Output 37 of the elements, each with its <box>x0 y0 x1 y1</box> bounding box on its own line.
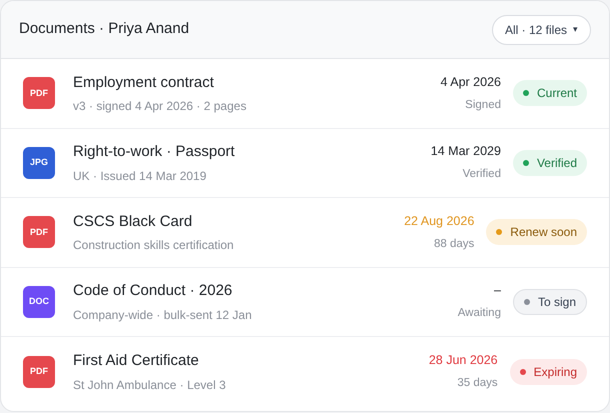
filter-dropdown[interactable]: All · 12 files ▾ <box>492 14 591 44</box>
file-type-icon: PDF <box>23 77 55 110</box>
file-type-icon: PDF <box>23 216 55 248</box>
file-type-icon: JPG <box>23 146 55 179</box>
document-title: CSCS Black Card <box>73 212 194 232</box>
date-note: Awaiting <box>458 306 501 321</box>
document-details: v3 · signed 4 Apr 2026 · 2 pages <box>73 98 248 115</box>
document-row[interactable]: PDF CSCS Black Card Construction skills certification 22 Aug 2026 88 days Renew soon <box>1 198 609 268</box>
document-date: 14 Mar 2029 <box>430 143 501 160</box>
document-date: 22 Aug 2026 <box>404 212 474 230</box>
document-row[interactable]: JPG Right-to-work · Passport UK · Issued 14 Mar 2019 14 Mar 2029 Verified Verified <box>1 128 609 198</box>
document-title: Right-to-work · Passport <box>73 142 236 162</box>
document-details: Construction skills certification <box>73 237 235 254</box>
status-badge: Expiring <box>510 358 587 385</box>
document-details: St John Ambulance · Level 3 <box>73 376 227 394</box>
card-title: Documents · Priya Anand <box>19 19 190 40</box>
document-row[interactable]: DOC Code of Conduct · 2026 Company-wide · bulk-sent 12 Jan – Awaiting To sign <box>1 268 609 337</box>
date-note: 88 days <box>434 236 474 252</box>
document-date: 4 Apr 2026 <box>440 74 501 91</box>
date-note: 35 days <box>457 376 498 391</box>
document-details: Company-wide · bulk-sent 12 Jan <box>73 306 253 324</box>
document-title: Employment contract <box>73 72 215 92</box>
status-badge: Verified <box>512 150 587 176</box>
status-badge: Renew soon <box>486 219 587 246</box>
document-title: Code of Conduct · 2026 <box>73 281 234 301</box>
file-type-icon: DOC <box>23 286 55 318</box>
document-date: – <box>494 282 501 300</box>
status-badge: To sign <box>512 288 587 315</box>
document-title: First Aid Certificate <box>73 351 200 371</box>
document-date: 28 Jun 2026 <box>428 352 498 370</box>
date-note: Signed <box>465 98 501 112</box>
date-note: Verified <box>462 167 501 182</box>
document-row[interactable]: PDF Employment contract v3 · signed 4 Apr 2026 · 2 pages 4 Apr 2026 Signed Current <box>1 59 609 128</box>
document-details: UK · Issued 14 Mar 2019 <box>73 168 208 184</box>
file-type-icon: PDF <box>23 356 55 388</box>
document-row[interactable]: PDF First Aid Certificate St John Ambulance · Level 3 28 Jun 2026 35 days Expiring <box>1 337 609 406</box>
status-badge: Current <box>512 80 587 106</box>
